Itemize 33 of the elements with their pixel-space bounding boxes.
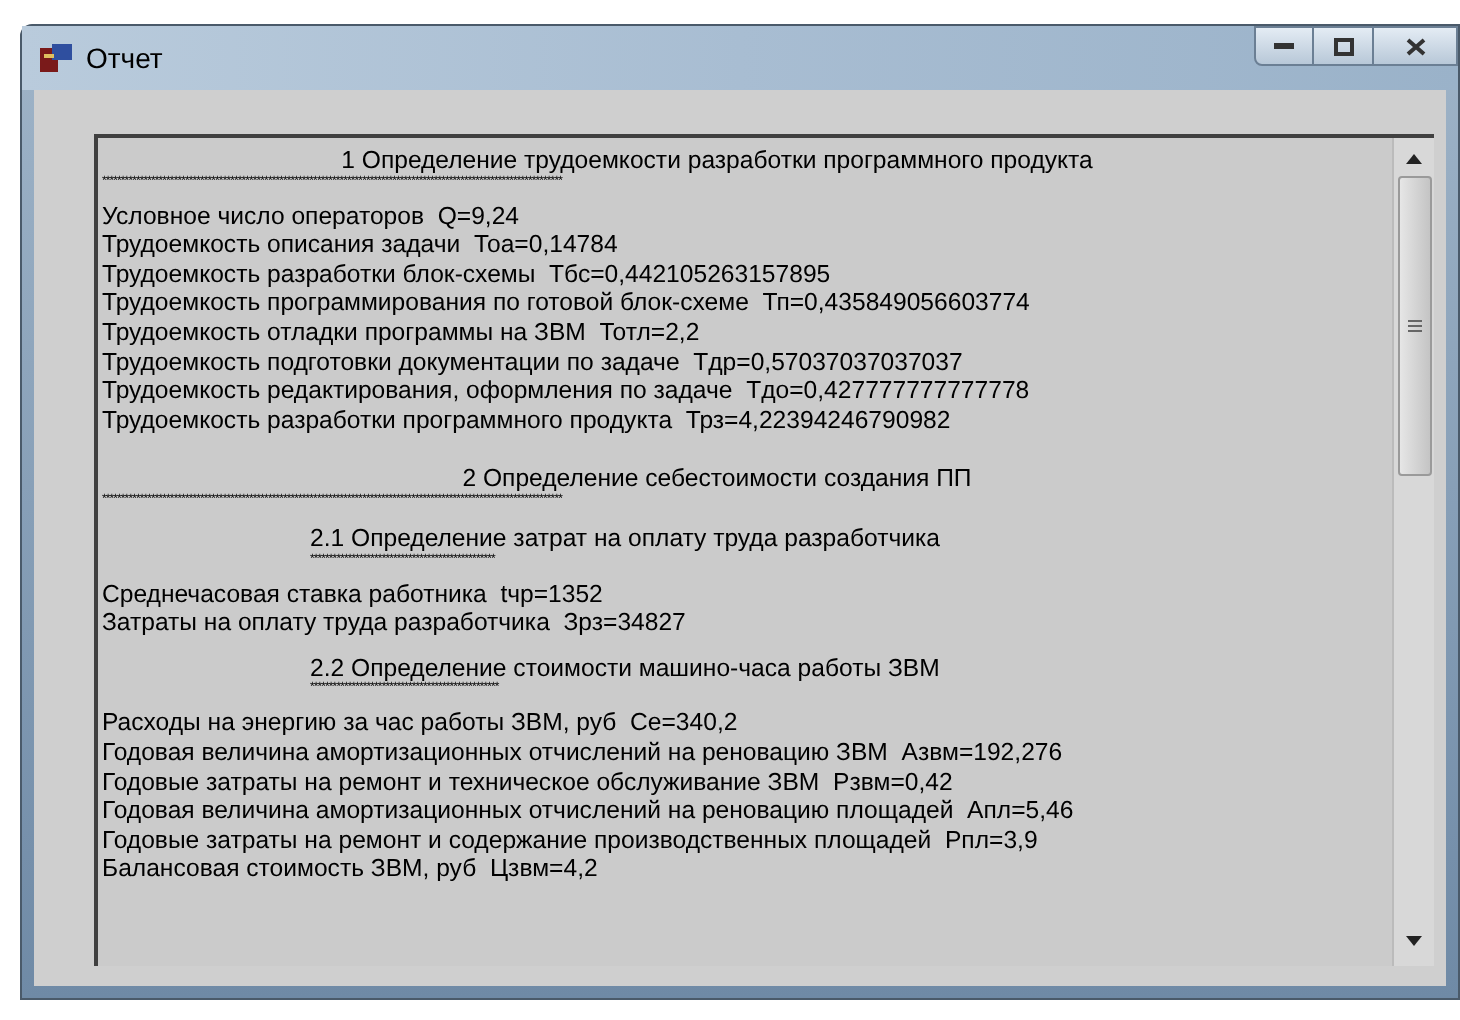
report-line: Трудоемкость программирования по готовой блок-схеме Тп=0,435849056603774 bbox=[102, 288, 1030, 318]
report-line: Трудоемкость отладки программы на ЗВМ Тотл=2,2 bbox=[102, 317, 700, 348]
subsection-heading: 2.1 Определение затрат на оплату труда разработчика bbox=[308, 523, 942, 553]
report-line: Трудоемкость редактирования, оформления по задаче Тдо=0,427777777777778 bbox=[102, 376, 1030, 406]
report-line: Балансовая стоимость ЗВМ, руб Цзвм=4,2 bbox=[102, 854, 598, 884]
app-icon bbox=[38, 42, 74, 74]
report-line: Годовые затраты на ремонт и техническое обслуживание ЗВМ Рзвм=0,42 bbox=[102, 767, 953, 797]
report-line: Трудоемкость описания задачи Тоа=0,14784 bbox=[102, 230, 618, 260]
report-line: Затраты на оплату труда разработчика Зрз=34827 bbox=[102, 608, 686, 638]
report-line: Расходы на энергию за час работы ЗВМ, руб Се=340,2 bbox=[102, 708, 738, 738]
report-line: Трудоемкость разработки программного продукта Трз=4,22394246790982 bbox=[102, 405, 951, 435]
section-heading: 1 Определение трудоемкости разработки программного продукта bbox=[339, 146, 1095, 175]
report-line: Среднечасовая ставка работника tчр=1352 bbox=[102, 579, 603, 609]
minimize-button[interactable] bbox=[1254, 26, 1314, 66]
report-line: Годовая величина амортизационных отчислений на реновацию ЗВМ Азвм=192,276 bbox=[102, 737, 1063, 767]
minimize-icon bbox=[1274, 42, 1294, 50]
maximize-button[interactable] bbox=[1314, 26, 1374, 66]
report-line: Трудоемкость подготовки документации по задаче Тдр=0,57037037037037 bbox=[102, 347, 963, 377]
report-line: Годовые затраты на ремонт и содержание производственных площадей Рпл=3,9 bbox=[102, 825, 1038, 855]
scroll-down-icon[interactable] bbox=[1406, 936, 1422, 946]
scrollbar-thumb[interactable] bbox=[1397, 176, 1431, 476]
scrollbar[interactable] bbox=[1392, 138, 1434, 966]
scroll-up-icon[interactable] bbox=[1406, 154, 1422, 164]
grip-icon bbox=[1407, 320, 1421, 332]
report-line: Трудоемкость разработки блок-схемы Тбс=0,442105263157895 bbox=[102, 259, 831, 289]
maximize-icon bbox=[1333, 37, 1353, 55]
subsection-heading: 2.2 Определение стоимости машино-часа работы ЗВМ bbox=[308, 653, 942, 682]
close-button[interactable] bbox=[1374, 26, 1458, 66]
section-heading: 2 Определение себестоимости создания ПП bbox=[460, 464, 974, 493]
close-icon bbox=[1405, 37, 1425, 55]
report-line: Годовая величина амортизационных отчислений на реновацию площадей Апл=5,46 bbox=[102, 796, 1074, 826]
window-title: Отчет bbox=[86, 39, 163, 77]
report-line: Условное число операторов Q=9,24 bbox=[102, 201, 520, 231]
